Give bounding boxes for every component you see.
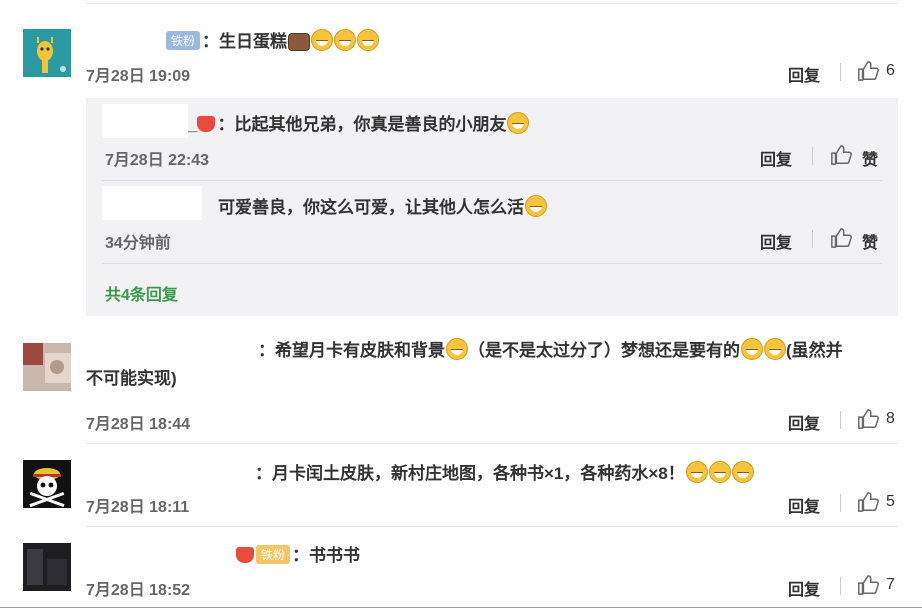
surprised-emoji-icon [708, 461, 731, 483]
fan-badge: 铁粉 [166, 31, 201, 50]
surprised-emoji-icon [685, 461, 708, 483]
username-redacted [102, 104, 188, 138]
comment-divider [86, 443, 898, 444]
thumbs-up-icon[interactable] [857, 491, 879, 513]
wink-emoji-icon [741, 338, 763, 360]
reply-button[interactable]: 回复 [760, 146, 792, 170]
top-divider [86, 3, 898, 4]
like-count: 7 [886, 576, 895, 593]
comment-time: 7月28日 19:09 [86, 68, 191, 85]
divider [840, 577, 841, 595]
fan-badge: 铁粉 [256, 545, 291, 564]
thumbs-up-icon[interactable] [857, 574, 879, 596]
avatar[interactable] [23, 543, 71, 591]
comment-text: ：月卡闰土皮肤，新村庄地图，各种书×1，各种药水×8！ [255, 459, 754, 484]
laughing-emoji-icon [525, 195, 547, 217]
thumbs-up-icon[interactable] [830, 144, 852, 166]
dark-photo-avatar-icon [23, 543, 71, 591]
skull-avatar-icon [23, 460, 71, 508]
divider [840, 494, 841, 512]
reply-button[interactable]: 回复 [788, 410, 820, 434]
crown-icon [236, 547, 254, 563]
divider [812, 230, 813, 248]
like-button[interactable]: 赞 [862, 146, 878, 170]
giraffe-avatar-icon [23, 29, 71, 77]
crown-icon [197, 116, 216, 132]
bottom-divider [0, 607, 922, 608]
divider [840, 411, 841, 429]
cat-emoji-icon [446, 338, 468, 360]
view-all-replies-link[interactable]: 共4条回复 [105, 281, 178, 305]
like-count: 5 [886, 493, 895, 510]
comment-text: ：希望月卡有皮肤和背景 （是不是太过分了）梦想还是要有的 (虽然并 不可能实现) [86, 337, 901, 393]
reply-button[interactable]: 回复 [788, 576, 820, 600]
laughing-emoji-icon [311, 29, 334, 51]
laughing-emoji-icon [357, 29, 380, 51]
surprised-emoji-icon [731, 461, 754, 483]
crying-emoji-icon [507, 112, 530, 134]
thumbs-up-icon[interactable] [857, 60, 879, 82]
wink-emoji-icon [764, 338, 786, 360]
avatar[interactable] [23, 29, 71, 77]
reply-button[interactable]: 回复 [788, 62, 820, 86]
comment-text: 铁粉 ：书书书 [236, 541, 360, 566]
divider [840, 63, 841, 81]
comment-time: 7月28日 18:44 [86, 416, 191, 433]
like-count: 6 [886, 62, 895, 79]
reply-divider [102, 263, 882, 264]
thumbs-up-icon[interactable] [857, 408, 879, 430]
reply-time: 34分钟前 [105, 235, 171, 252]
reply-divider [102, 180, 882, 181]
thumbs-up-icon[interactable] [830, 227, 852, 249]
comment-time: 7月28日 18:11 [86, 499, 190, 516]
cake-icon [288, 33, 311, 51]
photo-avatar-icon [23, 343, 71, 391]
reply-text: _ ：比起其他兄弟，你真是善良的小朋友 [188, 110, 530, 135]
avatar[interactable] [23, 460, 71, 508]
comment-text: 铁粉 ：生日蛋糕 [166, 27, 380, 52]
like-count: 8 [886, 410, 895, 427]
avatar[interactable] [23, 343, 71, 391]
comment-time: 7月28日 18:52 [86, 582, 191, 599]
like-button[interactable]: 赞 [862, 229, 878, 253]
laughing-emoji-icon [334, 29, 357, 51]
divider [812, 147, 813, 165]
reply-time: 7月28日 22:43 [105, 152, 210, 169]
reply-button[interactable]: 回复 [760, 229, 792, 253]
reply-button[interactable]: 回复 [788, 493, 820, 517]
username-redacted [102, 186, 202, 220]
reply-text: 可爱善良，你这么可爱，让其他人怎么活 [218, 193, 547, 218]
comment-divider [86, 526, 898, 527]
